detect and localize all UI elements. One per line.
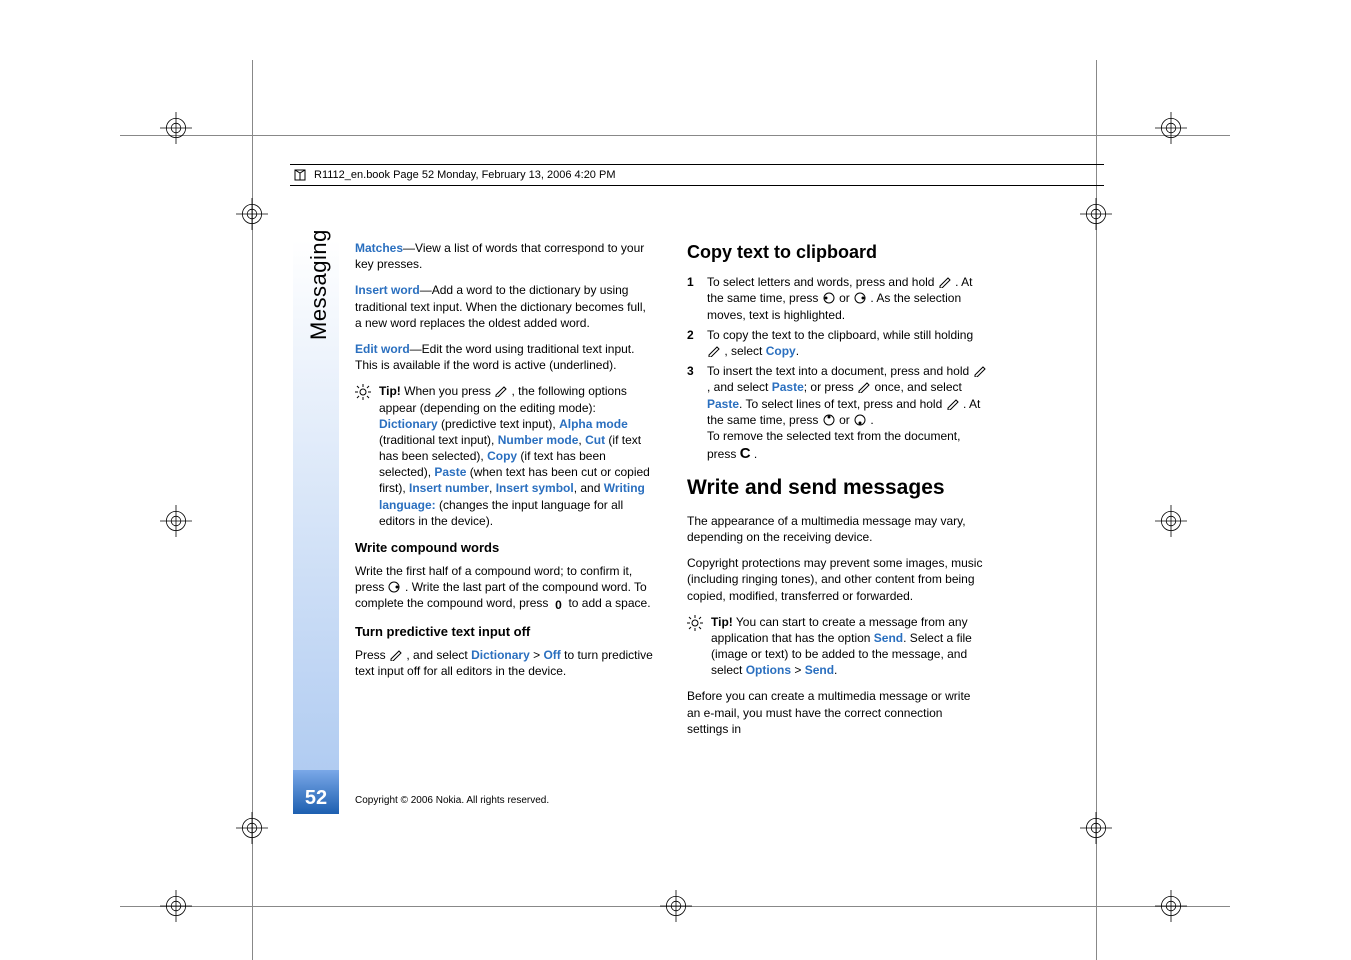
book-icon: [294, 168, 308, 182]
para-appearance: The appearance of a multimedia message m…: [687, 513, 987, 545]
para-copyright-protections: Copyright protections may prevent some i…: [687, 555, 987, 604]
heading-compound: Write compound words: [355, 539, 655, 557]
pencil-icon: [707, 345, 721, 357]
content-area: Matches—View a list of words that corres…: [355, 240, 995, 747]
keyword-edit-word: Edit word: [355, 342, 410, 356]
registration-mark-icon: [236, 198, 268, 230]
para-edit-word: Edit word—Edit the word using traditiona…: [355, 341, 655, 373]
right-column: Copy text to clipboard 1 To select lette…: [687, 240, 987, 747]
copyright-line: Copyright © 2006 Nokia. All rights reser…: [355, 795, 549, 806]
para-before-create: Before you can create a multimedia messa…: [687, 688, 987, 737]
list-item: 1 To select letters and words, press and…: [687, 274, 987, 323]
tip-text: Tip! When you press , the following opti…: [379, 383, 655, 529]
nav-right-icon: [853, 292, 867, 304]
pencil-icon: [946, 398, 960, 410]
crop-line: [120, 135, 1230, 136]
key-c-icon: C: [740, 445, 751, 462]
pencil-icon: [857, 381, 871, 393]
keyword-insert-word: Insert word: [355, 283, 420, 297]
key-zero-icon: 0: [552, 597, 565, 613]
registration-mark-icon: [1155, 890, 1187, 922]
registration-mark-icon: [1155, 505, 1187, 537]
heading-write-send: Write and send messages: [687, 474, 987, 502]
section-side-label: Messaging: [306, 229, 332, 340]
heading-copy-clipboard: Copy text to clipboard: [687, 240, 987, 264]
list-item: 2 To copy the text to the clipboard, whi…: [687, 327, 987, 359]
registration-mark-icon: [236, 812, 268, 844]
header-crop-bar: R1112_en.book Page 52 Monday, February 1…: [290, 164, 1104, 186]
copy-steps-list: 1 To select letters and words, press and…: [687, 274, 987, 464]
para-turnoff: Press , and select Dictionary > Off to t…: [355, 647, 655, 679]
nav-up-icon: [822, 414, 836, 426]
tip-bulb-icon: [687, 615, 703, 631]
pencil-icon: [494, 385, 508, 397]
para-compound: Write the first half of a compound word;…: [355, 563, 655, 614]
left-column: Matches—View a list of words that corres…: [355, 240, 655, 747]
header-crop-text: R1112_en.book Page 52 Monday, February 1…: [314, 169, 615, 181]
nav-left-icon: [822, 292, 836, 304]
pencil-icon: [389, 649, 403, 661]
registration-mark-icon: [160, 505, 192, 537]
page-number: 52: [293, 770, 339, 814]
list-item: 3 To insert the text into a document, pr…: [687, 363, 987, 464]
tip-block: Tip! When you press , the following opti…: [355, 383, 655, 529]
tip-text: Tip! You can start to create a message f…: [711, 614, 987, 679]
para-insert-word: Insert word—Add a word to the dictionary…: [355, 282, 655, 331]
nav-right-icon: [388, 581, 402, 593]
para-matches: Matches—View a list of words that corres…: [355, 240, 655, 272]
document-page: R1112_en.book Page 52 Monday, February 1…: [0, 0, 1351, 954]
heading-turnoff: Turn predictive text input off: [355, 623, 655, 641]
registration-mark-icon: [1155, 112, 1187, 144]
nav-down-icon: [853, 414, 867, 426]
tip-bulb-icon: [355, 384, 371, 400]
pencil-icon: [938, 276, 952, 288]
registration-mark-icon: [160, 890, 192, 922]
keyword-matches: Matches: [355, 241, 403, 255]
pencil-icon: [973, 365, 987, 377]
registration-mark-icon: [160, 112, 192, 144]
registration-mark-icon: [660, 890, 692, 922]
registration-mark-icon: [1080, 812, 1112, 844]
tip-block: Tip! You can start to create a message f…: [687, 614, 987, 679]
registration-mark-icon: [1080, 198, 1112, 230]
